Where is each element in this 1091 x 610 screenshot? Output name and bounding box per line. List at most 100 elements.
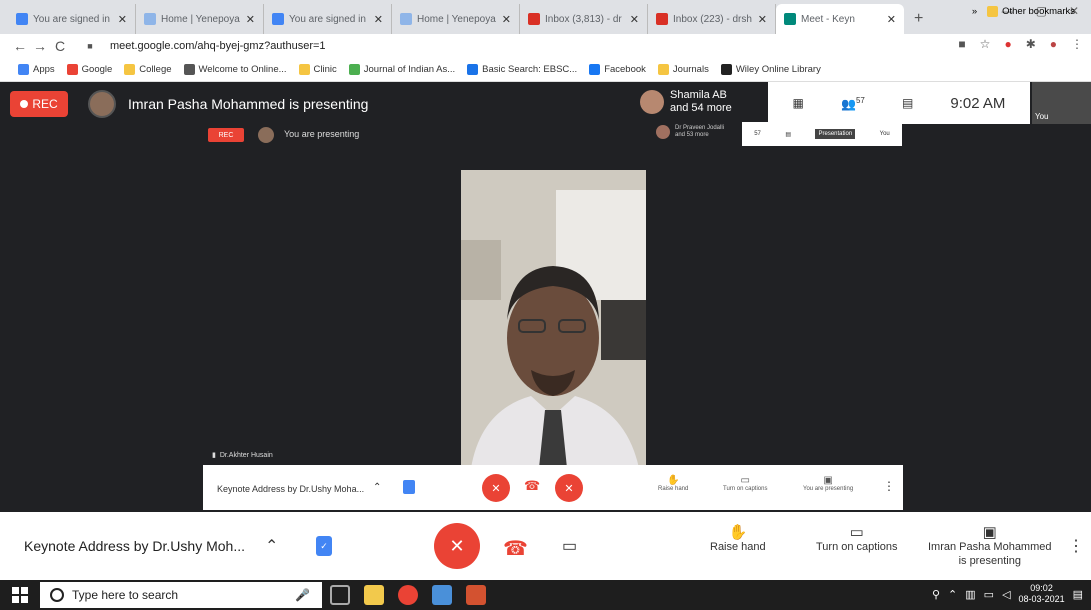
windows-start-icon[interactable] <box>12 587 28 603</box>
bookmarks-overflow[interactable]: » <box>972 6 977 17</box>
extension-icon[interactable]: ● <box>1004 37 1011 51</box>
back-icon[interactable]: ← <box>10 38 30 54</box>
chevron-up-icon[interactable]: ⌃ <box>265 536 278 556</box>
mic-off-button[interactable]: ✕ <box>434 523 480 569</box>
bookmark-item[interactable]: Clinic <box>298 64 337 75</box>
bookmark-label: Google <box>81 64 113 75</box>
inner-more-icon: ⋮ <box>883 479 895 493</box>
bookmark-item[interactable]: Basic Search: EBSC... <box>467 64 577 75</box>
close-tab-icon[interactable]: ✕ <box>630 13 639 26</box>
close-tab-icon[interactable]: ✕ <box>887 13 896 26</box>
browser-tab[interactable]: Meet - Keyn ✕ <box>776 4 904 34</box>
inner-presenting-text: You are presenting <box>284 129 360 139</box>
browser-tab[interactable]: Inbox (3,813) - dr ✕ <box>520 4 648 34</box>
battery-icon[interactable]: ▭ <box>984 588 994 601</box>
inner-recording-badge: REC <box>208 128 244 142</box>
bookmark-item[interactable]: Facebook <box>589 64 646 75</box>
more-options-icon[interactable]: ⋮ <box>1068 536 1084 556</box>
bookmark-item[interactable]: Journals <box>657 64 709 75</box>
inner-shield-icon <box>403 480 415 494</box>
layout-icon[interactable]: ▦ <box>793 96 804 110</box>
tab-title: You are signed in <box>33 13 110 25</box>
other-bookmarks[interactable]: Other bookmarks <box>987 6 1075 17</box>
people-tray-icon[interactable]: ⚲ <box>932 588 940 601</box>
browser-tab[interactable]: You are signed in ✕ <box>8 4 136 34</box>
menu-icon[interactable]: ⋮ <box>1071 37 1083 51</box>
close-tab-icon[interactable]: ✕ <box>118 13 127 26</box>
task-view-icon[interactable] <box>330 585 350 605</box>
taskbar-clock[interactable]: 09:02 08-03-2021 <box>1019 583 1065 605</box>
volume-icon[interactable]: ◁ <box>1002 588 1010 601</box>
tab-title: Home | Yenepoya <box>161 13 240 25</box>
bookmarks-bar: Apps Google College Welcome to Online... Cli… <box>0 58 1091 82</box>
shield-icon[interactable]: ✓ <box>316 536 332 556</box>
puzzle-icon[interactable]: ✱ <box>1026 37 1036 51</box>
taskbar-search-input[interactable]: Type here to search 🎤 <box>40 582 322 608</box>
raise-hand-button[interactable]: ✋ Raise hand <box>710 525 766 554</box>
bookmark-icon <box>18 64 29 75</box>
presenter-avatar <box>88 90 116 118</box>
new-tab-button[interactable]: + <box>914 10 923 28</box>
participant-summary[interactable]: Shamila AB and 54 more <box>640 89 732 115</box>
bookmark-item[interactable]: Google <box>66 64 113 75</box>
file-explorer-icon[interactable] <box>364 585 384 605</box>
bookmark-item[interactable]: Welcome to Online... <box>183 64 287 75</box>
chevron-up-tray-icon[interactable]: ⌃ <box>948 588 957 601</box>
inner-chat-icon: ▤ <box>785 131 792 138</box>
people-icon[interactable]: 👥57 <box>841 96 865 111</box>
meeting-controls-panel: ▦ 👥57 ▤ 9:02 AM <box>768 82 1030 124</box>
star-icon[interactable]: ☆ <box>980 37 991 51</box>
presenting-button[interactable]: ▣ Imran Pasha Mohammed is presenting <box>928 525 1052 568</box>
browser-tab[interactable]: You are signed in ✕ <box>264 4 392 34</box>
camera-button[interactable]: ▭ <box>562 536 577 556</box>
bookmark-item[interactable]: Apps <box>18 64 55 75</box>
close-tab-icon[interactable]: ✕ <box>246 13 255 26</box>
bookmark-icon <box>589 64 601 75</box>
app-icon[interactable] <box>432 585 452 605</box>
close-tab-icon[interactable]: ✕ <box>502 13 511 26</box>
captions-button[interactable]: ▭ Turn on captions <box>816 525 898 554</box>
bookmark-label: Welcome to Online... <box>198 64 287 75</box>
bookmark-label: Clinic <box>313 64 337 75</box>
tab-favicon-icon <box>656 13 668 25</box>
tab-title: Home | Yenepoya <box>417 13 496 25</box>
profile-icon[interactable]: ● <box>1050 37 1057 51</box>
inner-bottom-bar: Keynote Address by Dr.Ushy Moha... ⌃ ✕ ☎… <box>203 465 903 510</box>
end-call-button[interactable]: ☎ <box>503 536 528 561</box>
browser-tab[interactable]: Inbox (223) - drsh ✕ <box>648 4 776 34</box>
pin-icon: ▮ <box>212 452 216 459</box>
recording-badge: REC <box>10 91 68 117</box>
bookmark-item[interactable]: Wiley Online Library <box>720 64 821 75</box>
meet-stage: REC Imran Pasha Mohammed is presenting S… <box>0 82 1091 512</box>
notification-icon[interactable]: ▤ <box>1073 588 1083 601</box>
bookmark-label: College <box>139 64 172 75</box>
close-tab-icon[interactable]: ✕ <box>374 13 383 26</box>
tab-favicon-icon <box>144 13 156 25</box>
reload-icon[interactable]: C <box>50 38 70 54</box>
close-tab-icon[interactable]: ✕ <box>758 13 767 26</box>
speaker-video <box>461 170 646 468</box>
camera-icon[interactable]: ■ <box>958 37 965 51</box>
network-icon[interactable]: ▥ <box>965 588 975 601</box>
office-icon[interactable] <box>466 585 486 605</box>
search-circle-icon <box>50 588 64 602</box>
browser-tab-strip: You are signed in ✕ Home | Yenepoya ✕ You ar… <box>0 0 1091 34</box>
speaker-video-frame <box>461 170 646 468</box>
chat-icon[interactable]: ▤ <box>902 96 913 110</box>
inner-raise-hand: ✋ Raise hand <box>658 475 689 492</box>
bookmark-icon <box>183 64 195 75</box>
record-dot-icon <box>20 100 29 108</box>
microphone-icon[interactable]: 🎤 <box>295 588 310 602</box>
forward-icon[interactable]: → <box>30 38 50 54</box>
browser-tab[interactable]: Home | Yenepoya ✕ <box>136 4 264 34</box>
bookmark-icon <box>348 64 360 75</box>
self-view-tile[interactable]: You <box>1032 82 1091 124</box>
bookmark-icon <box>298 64 310 75</box>
bookmark-item[interactable]: Journal of Indian As... <box>348 64 455 75</box>
bookmark-item[interactable]: College <box>124 64 172 75</box>
chrome-icon[interactable] <box>398 585 418 605</box>
browser-tab[interactable]: Home | Yenepoya ✕ <box>392 4 520 34</box>
url-field[interactable]: meet.google.com/ahq-byej-gmz?authuser=1 <box>110 40 326 52</box>
inner-self-tile: You <box>879 131 890 137</box>
inner-meeting-title: Keynote Address by Dr.Ushy Moha... <box>217 484 365 494</box>
